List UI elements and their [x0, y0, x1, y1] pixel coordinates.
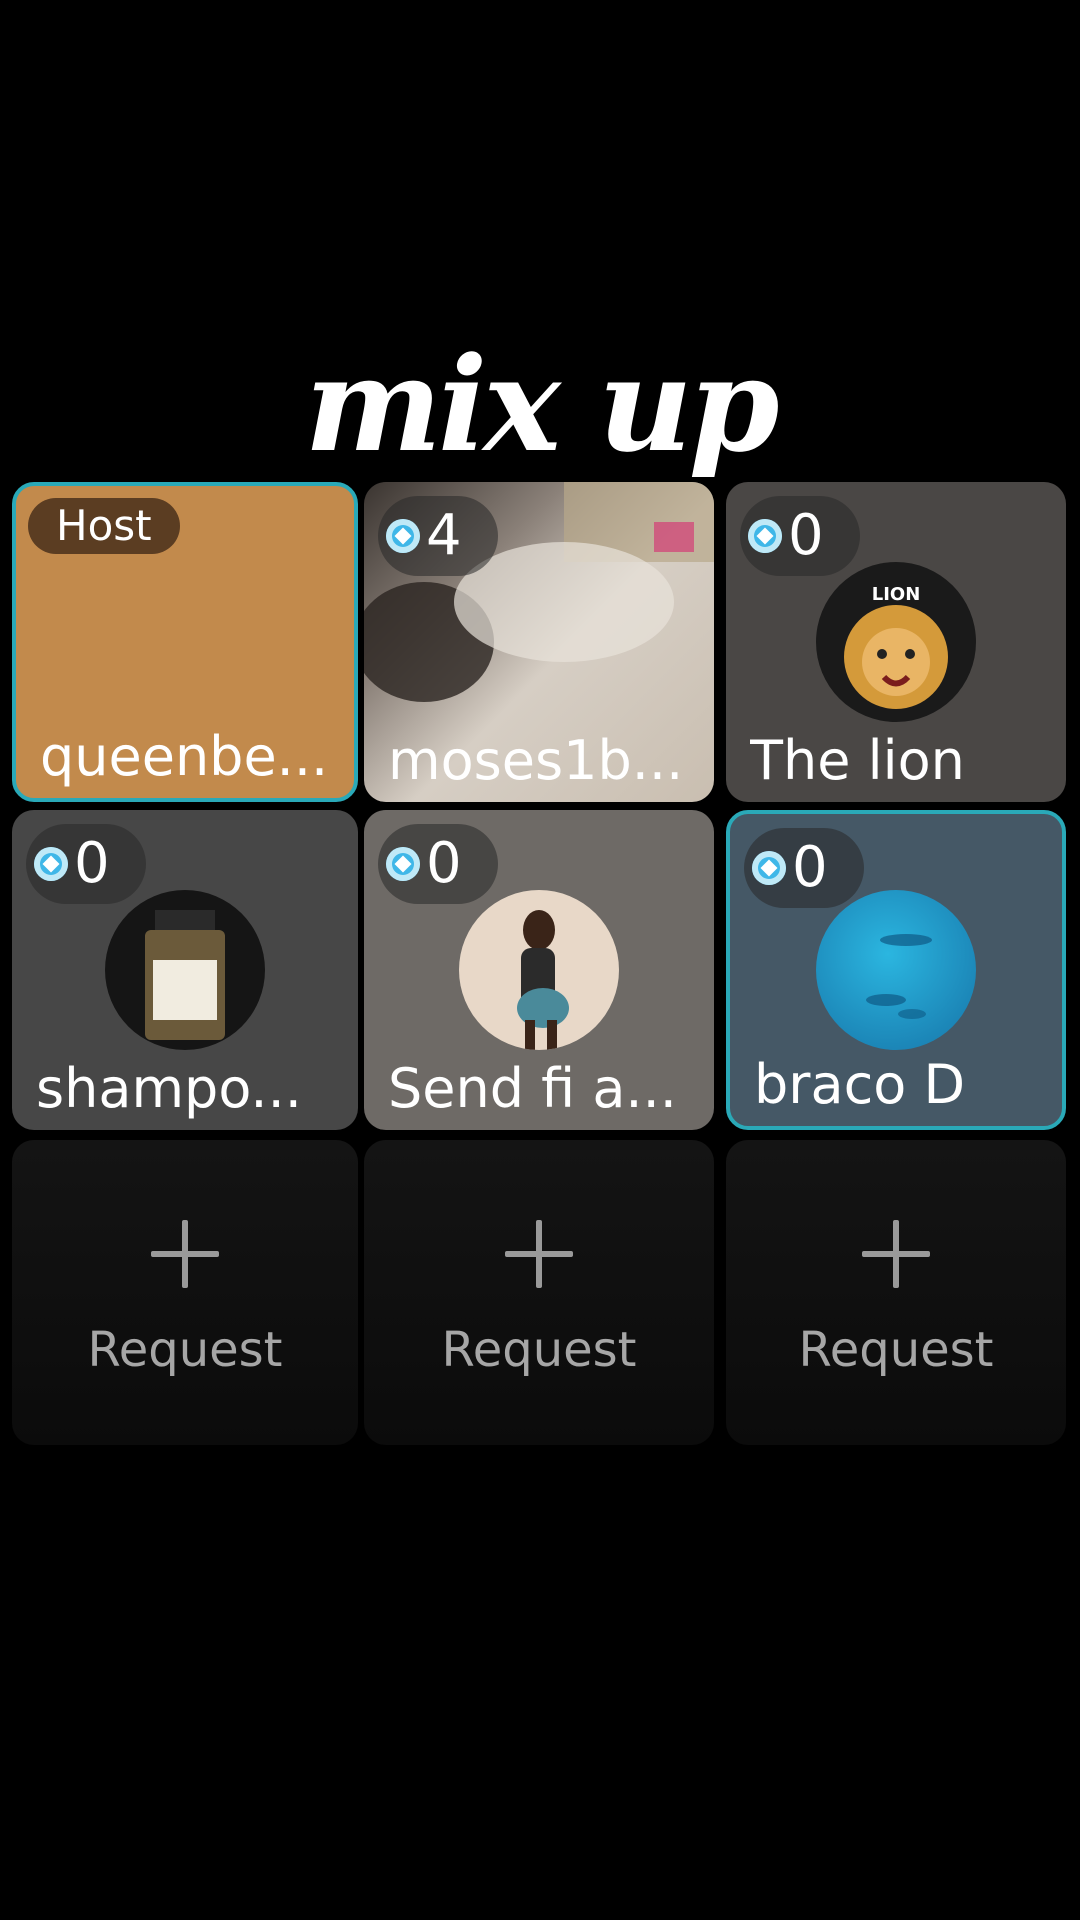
request-slot-1[interactable]: Request [12, 1140, 358, 1445]
ocean-photo-avatar [816, 890, 976, 1050]
diamond-count: 0 [426, 831, 462, 896]
seat-4[interactable]: 0 Send fi a... [364, 810, 714, 1130]
diamond-badge: 4 [378, 496, 498, 576]
seat-1[interactable]: 4 moses1b... [364, 482, 714, 802]
host-seat[interactable]: Host queenbe... [12, 482, 358, 802]
person-photo-avatar [459, 890, 619, 1050]
diamond-icon [386, 519, 420, 553]
request-slot-3[interactable]: Request [726, 1140, 1066, 1445]
diamond-badge: 0 [26, 824, 146, 904]
seat-name: The lion [750, 729, 965, 792]
seat-name: shampo... [36, 1057, 302, 1120]
diamond-icon [386, 847, 420, 881]
diamond-icon [34, 847, 68, 881]
request-label: Request [798, 1322, 994, 1378]
seat-name: braco D [754, 1053, 966, 1116]
diamond-icon [748, 519, 782, 553]
request-label: Request [87, 1322, 283, 1378]
diamond-count: 0 [788, 503, 824, 568]
seat-name: Send fi a... [388, 1057, 677, 1120]
host-badge: Host [28, 498, 180, 554]
seat-2[interactable]: 0 LION The lion [726, 482, 1066, 802]
diamond-count: 4 [426, 503, 462, 568]
diamond-badge: 0 [744, 828, 864, 908]
room-title: mix up [304, 328, 779, 481]
plus-icon [151, 1220, 219, 1288]
request-label: Request [441, 1322, 637, 1378]
plus-icon [862, 1220, 930, 1288]
plus-icon [505, 1220, 573, 1288]
diamond-badge: 0 [378, 824, 498, 904]
host-name: queenbe... [40, 725, 329, 788]
seat-5[interactable]: 0 braco D [726, 810, 1066, 1130]
seat-name: moses1b... [388, 729, 684, 792]
lion-logo-avatar: LION [816, 562, 976, 722]
seat-3[interactable]: 0 shampo... [12, 810, 358, 1130]
svg-text:LION: LION [872, 584, 921, 605]
perfume-bottle-avatar [105, 890, 265, 1050]
diamond-count: 0 [74, 831, 110, 896]
diamond-icon [752, 851, 786, 885]
diamond-count: 0 [792, 835, 828, 900]
request-slot-2[interactable]: Request [364, 1140, 714, 1445]
diamond-badge: 0 [740, 496, 860, 576]
